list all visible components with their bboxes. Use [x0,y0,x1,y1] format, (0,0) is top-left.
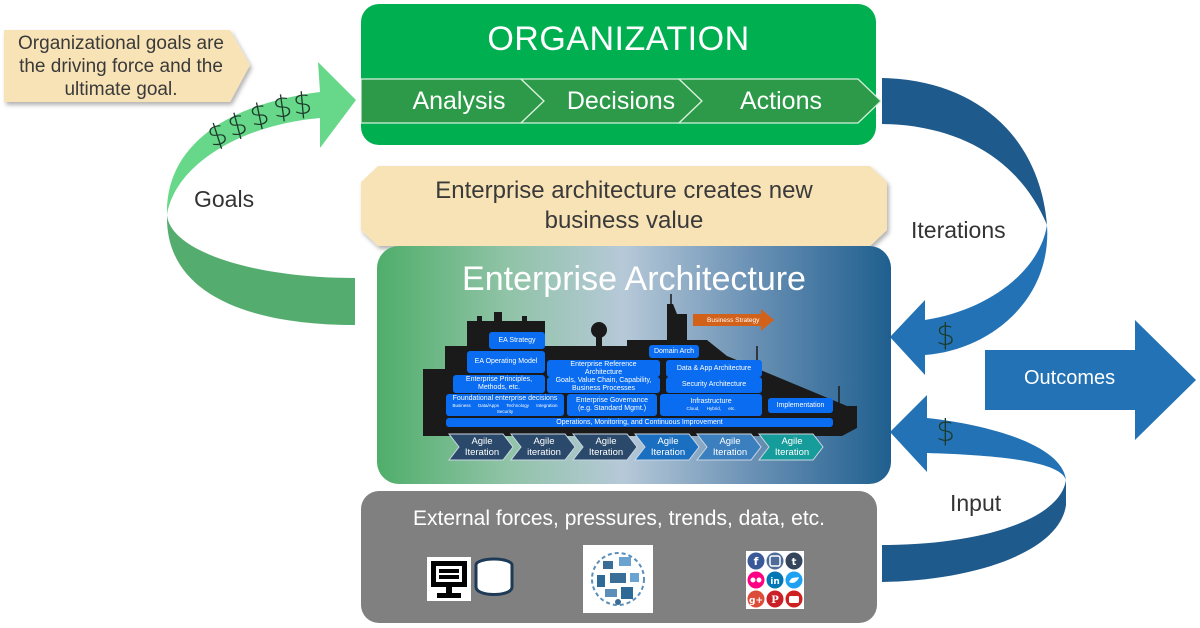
computer-database-icon [427,557,514,601]
agile-iteration-label: Agile Iteration [588,436,624,458]
agile-iteration-label: Agile Iteration [774,436,810,458]
svg-text:f: f [754,555,759,568]
dollar-icon: $ [936,414,956,449]
input-loop-arrow [882,395,1066,582]
social-media-icon: f t in g+ P [746,551,804,609]
agile-iteration-label: Agile Iteration [712,436,748,458]
organization-title: ORGANIZATION [487,20,750,58]
enterprise-architecture-box: Enterprise Architecture Business Strateg… [377,246,891,484]
dollar-icon: $ [291,86,314,123]
agile-iteration-label: Agile Iteration [650,436,686,458]
agile-iteration-label: Agile Iteration [464,436,500,458]
outcomes-label: Outcomes [1024,367,1116,389]
input-label: Input [950,490,1002,516]
svg-text:P: P [771,595,779,606]
goals-callout-line: the driving force and the [19,56,223,77]
svg-text:t: t [792,557,797,568]
dollar-icon: $ [936,318,956,353]
value-callout-line: business value [544,207,704,234]
external-forces-title: External forces, pressures, trends, data… [412,507,826,530]
agile-iteration-label: Agile iteration [527,436,561,458]
iot-devices-icon [583,545,653,613]
svg-text:in: in [770,577,780,587]
external-forces-box: External forces, pressures, trends, data… [361,491,877,623]
step-analysis: Analysis [412,87,506,115]
iterations-label: Iterations [911,217,1006,243]
goals-label: Goals [194,186,255,212]
value-callout-line: Enterprise architecture creates new [435,177,813,204]
goals-callout-line: ultimate goal. [64,79,178,100]
step-actions: Actions [740,87,822,115]
step-decisions: Decisions [566,87,676,115]
goals-callout-line: Organizational goals are [18,33,224,54]
goals-callout: Organizational goals are the driving for… [4,30,250,104]
organization-box: ORGANIZATION Analysis Decisions Actions [361,4,881,145]
value-callout: Enterprise architecture creates new busi… [361,166,887,246]
svg-text:g+: g+ [749,596,763,606]
